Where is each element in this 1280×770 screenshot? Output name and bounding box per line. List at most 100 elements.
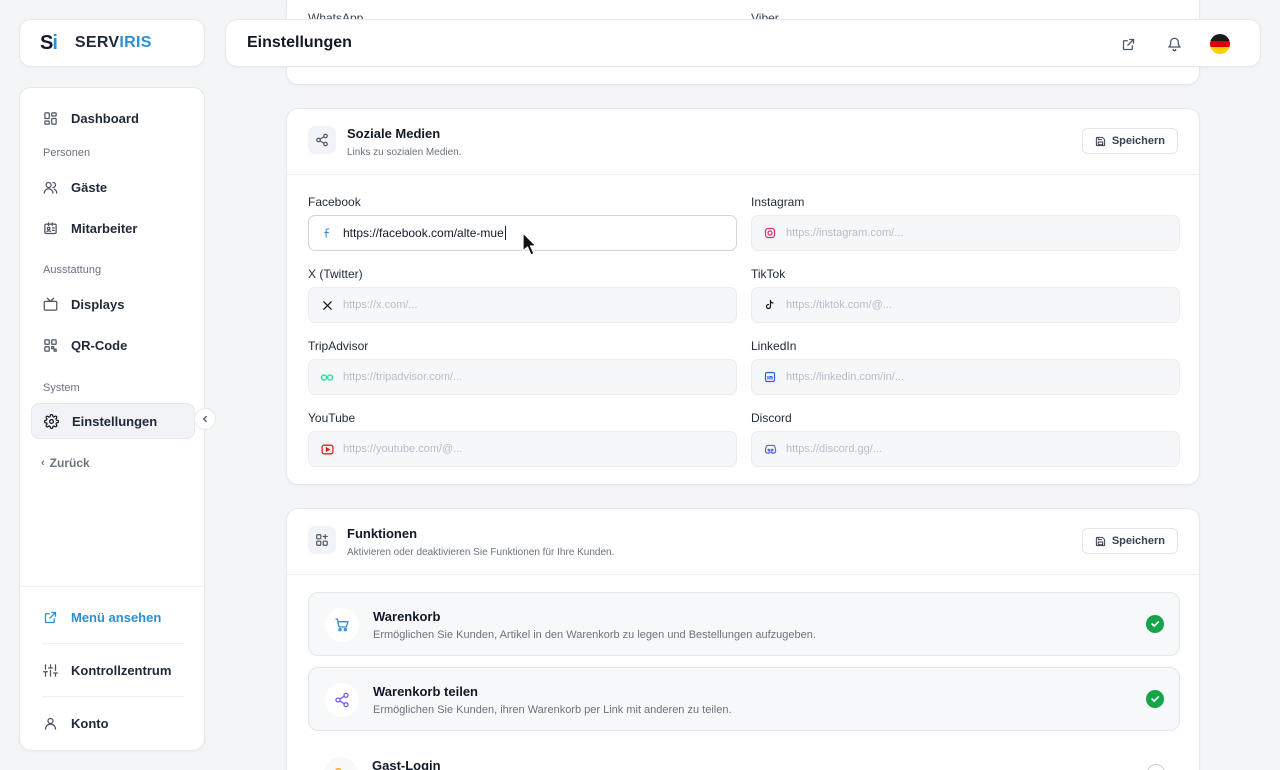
sidebar-separator <box>42 643 184 644</box>
qr-code-icon <box>42 337 58 353</box>
external-link-icon[interactable] <box>1116 32 1140 56</box>
sidebar: Dashboard Personen Gäste Mitarbeiter Aus… <box>19 87 205 751</box>
functions-card: Funktionen Aktivieren oder deaktivieren … <box>286 508 1200 770</box>
sidebar-item-label: Konto <box>71 715 109 731</box>
key-icon <box>324 757 358 770</box>
sidebar-item-label: Mitarbeiter <box>71 220 138 236</box>
sidebar-item-account[interactable]: Konto <box>31 705 195 741</box>
sidebar-item-label: Kontrollzentrum <box>71 662 172 678</box>
section-title: Funktionen <box>347 526 418 541</box>
brand-mark: Si <box>40 31 58 54</box>
section-title: Soziale Medien <box>347 126 441 141</box>
sidebar-item-dashboard[interactable]: Dashboard <box>31 100 195 136</box>
sidebar-item-staff[interactable]: Mitarbeiter <box>31 210 195 246</box>
facebook-value: https://facebook.com/alte-mue <box>343 226 504 240</box>
chevron-left-icon <box>202 415 207 423</box>
linkedin-label: LinkedIn <box>751 339 797 353</box>
section-label-system: System <box>43 382 80 394</box>
collapse-sidebar-button[interactable] <box>194 408 216 430</box>
sidebar-separator <box>42 696 184 697</box>
sidebar-item-label: Displays <box>71 296 125 312</box>
users-icon <box>42 179 58 195</box>
save-label: Speichern <box>1111 135 1165 147</box>
brand-name: SERVIRIS <box>74 34 152 51</box>
gear-icon <box>43 413 59 429</box>
feature-title: Gast-Login <box>372 758 441 770</box>
features-icon <box>308 526 336 554</box>
tripadvisor-label: TripAdvisor <box>308 339 369 353</box>
tiktok-label: TikTok <box>751 267 786 281</box>
chevron-left-icon: ‹ <box>41 457 45 469</box>
unchecked-circle-icon[interactable] <box>1147 764 1165 770</box>
feature-title: Warenkorb <box>373 609 441 624</box>
feature-title: Warenkorb teilen <box>373 684 478 699</box>
feature-description: Ermöglichen Sie Kunden, ihren Warenkorb … <box>373 704 732 716</box>
save-icon <box>1095 536 1106 547</box>
check-circle-icon[interactable] <box>1146 690 1164 708</box>
feature-share-cart[interactable]: Warenkorb teilen Ermöglichen Sie Kunden,… <box>308 667 1180 731</box>
external-link-icon <box>42 609 58 625</box>
bell-icon[interactable] <box>1162 32 1186 56</box>
instagram-input[interactable]: https://instagram.com/... <box>751 215 1180 251</box>
sidebar-item-control-center[interactable]: Kontrollzentrum <box>31 652 195 688</box>
sidebar-item-guests[interactable]: Gäste <box>31 169 195 205</box>
linkedin-icon <box>763 370 777 384</box>
sidebar-item-settings[interactable]: Einstellungen <box>31 403 195 439</box>
sliders-icon <box>42 662 58 678</box>
discord-placeholder: https://discord.gg/... <box>786 443 882 455</box>
linkedin-input[interactable]: https://linkedin.com/in/... <box>751 359 1180 395</box>
youtube-input[interactable]: https://youtube.com/@... <box>308 431 737 467</box>
page-title: Einstellungen <box>247 34 352 51</box>
sidebar-item-label: Einstellungen <box>72 413 158 429</box>
youtube-label: YouTube <box>308 411 356 425</box>
twitter-placeholder: https://x.com/... <box>343 299 418 311</box>
section-subtitle: Aktivieren oder deaktivieren Sie Funktio… <box>347 547 615 558</box>
back-link-label: Zurück <box>49 456 90 470</box>
facebook-label: Facebook <box>308 195 361 209</box>
facebook-icon <box>320 226 334 240</box>
x-logo-icon <box>320 298 334 312</box>
id-card-icon <box>42 220 58 236</box>
feature-guest-login[interactable]: Gast-Login <box>308 742 1180 770</box>
discord-label: Discord <box>751 411 792 425</box>
sidebar-item-displays[interactable]: Displays <box>31 286 195 322</box>
save-functions-button[interactable]: Speichern <box>1081 528 1178 554</box>
instagram-placeholder: https://instagram.com/... <box>786 227 904 239</box>
section-label-people: Personen <box>43 147 91 159</box>
tiktok-placeholder: https://tiktok.com/@... <box>786 299 892 311</box>
back-link[interactable]: ‹ Zurück <box>41 456 90 470</box>
dashboard-icon <box>42 110 58 126</box>
user-icon <box>42 715 58 731</box>
sidebar-divider <box>20 586 204 587</box>
save-label: Speichern <box>1111 535 1165 547</box>
discord-icon <box>763 442 777 456</box>
check-circle-icon[interactable] <box>1146 615 1164 633</box>
tripadvisor-input[interactable]: https://tripadvisor.com/... <box>308 359 737 395</box>
save-icon <box>1095 136 1106 147</box>
save-social-button[interactable]: Speichern <box>1081 128 1178 154</box>
tripadvisor-placeholder: https://tripadvisor.com/... <box>343 371 463 383</box>
instagram-icon <box>763 226 777 240</box>
feature-description: Ermöglichen Sie Kunden, Artikel in den W… <box>373 629 816 641</box>
tiktok-input[interactable]: https://tiktok.com/@... <box>751 287 1180 323</box>
top-header: Einstellungen <box>225 19 1261 67</box>
discord-input[interactable]: https://discord.gg/... <box>751 431 1180 467</box>
twitter-label: X (Twitter) <box>308 267 363 281</box>
youtube-icon <box>320 442 334 456</box>
youtube-placeholder: https://youtube.com/@... <box>343 443 463 455</box>
text-caret <box>504 226 506 240</box>
tiktok-icon <box>763 298 777 312</box>
instagram-label: Instagram <box>751 195 805 209</box>
sidebar-item-view-menu[interactable]: Menü ansehen <box>31 599 195 635</box>
brand-logo[interactable]: Si SERVIRIS <box>19 19 205 67</box>
feature-cart[interactable]: Warenkorb Ermöglichen Sie Kunden, Artike… <box>308 592 1180 656</box>
sidebar-item-label: Menü ansehen <box>71 609 162 625</box>
section-label-equipment: Ausstattung <box>43 264 102 276</box>
linkedin-placeholder: https://linkedin.com/in/... <box>786 371 904 383</box>
social-media-card: Soziale Medien Links zu sozialen Medien.… <box>286 108 1200 485</box>
language-flag-de-icon[interactable] <box>1208 32 1232 56</box>
sidebar-item-qr-code[interactable]: QR-Code <box>31 327 195 363</box>
mouse-cursor-icon <box>522 232 538 259</box>
share-icon <box>308 126 336 154</box>
twitter-input[interactable]: https://x.com/... <box>308 287 737 323</box>
